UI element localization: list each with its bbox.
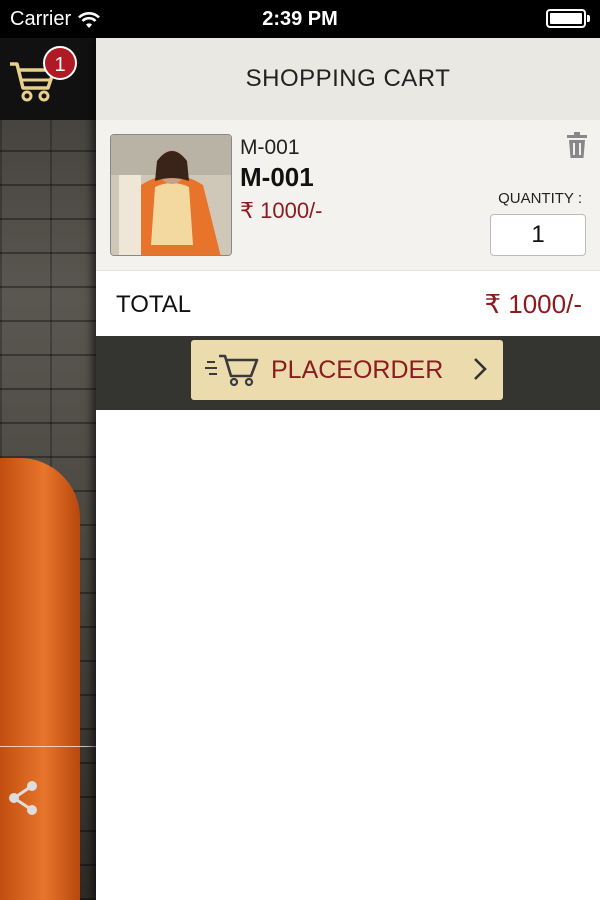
- product-thumbnail[interactable]: [110, 134, 232, 256]
- total-value: ₹ 1000/-: [484, 289, 583, 319]
- fast-cart-icon: [205, 354, 259, 387]
- left-top-bar: 1: [0, 38, 96, 120]
- clock: 2:39 PM: [262, 8, 338, 30]
- divider: [0, 746, 96, 747]
- total-label: TOTAL: [116, 291, 192, 318]
- shopping-cart-drawer: SHOPPING CART M-001 M-001 ₹ 1000/- QUANT…: [96, 38, 600, 900]
- cart-item: M-001 M-001 ₹ 1000/- QUANTITY : 1: [96, 120, 600, 270]
- page-title: SHOPPING CART: [245, 65, 451, 92]
- order-bar: PLACEORDER: [96, 336, 600, 410]
- item-name: M-001: [240, 162, 314, 192]
- chevron-right-icon: [474, 358, 487, 380]
- place-order-button[interactable]: PLACEORDER: [191, 340, 503, 400]
- item-code: M-001: [240, 136, 300, 159]
- quantity-field[interactable]: 1: [490, 214, 586, 256]
- battery-icon: [546, 9, 590, 28]
- cart-count-badge: 1: [43, 46, 77, 80]
- trash-icon[interactable]: [566, 132, 588, 158]
- total-row: TOTAL ₹ 1000/-: [96, 270, 600, 336]
- place-order-label: PLACEORDER: [271, 355, 444, 384]
- background-panel: 1: [0, 38, 96, 900]
- cart-header: SHOPPING CART: [96, 38, 600, 120]
- background-photo-dress: [0, 458, 80, 900]
- quantity-label: QUANTITY :: [498, 190, 582, 207]
- item-price: ₹ 1000/-: [240, 198, 323, 223]
- share-icon[interactable]: [6, 778, 40, 818]
- status-bar: Carrier 2:39 PM: [0, 0, 600, 38]
